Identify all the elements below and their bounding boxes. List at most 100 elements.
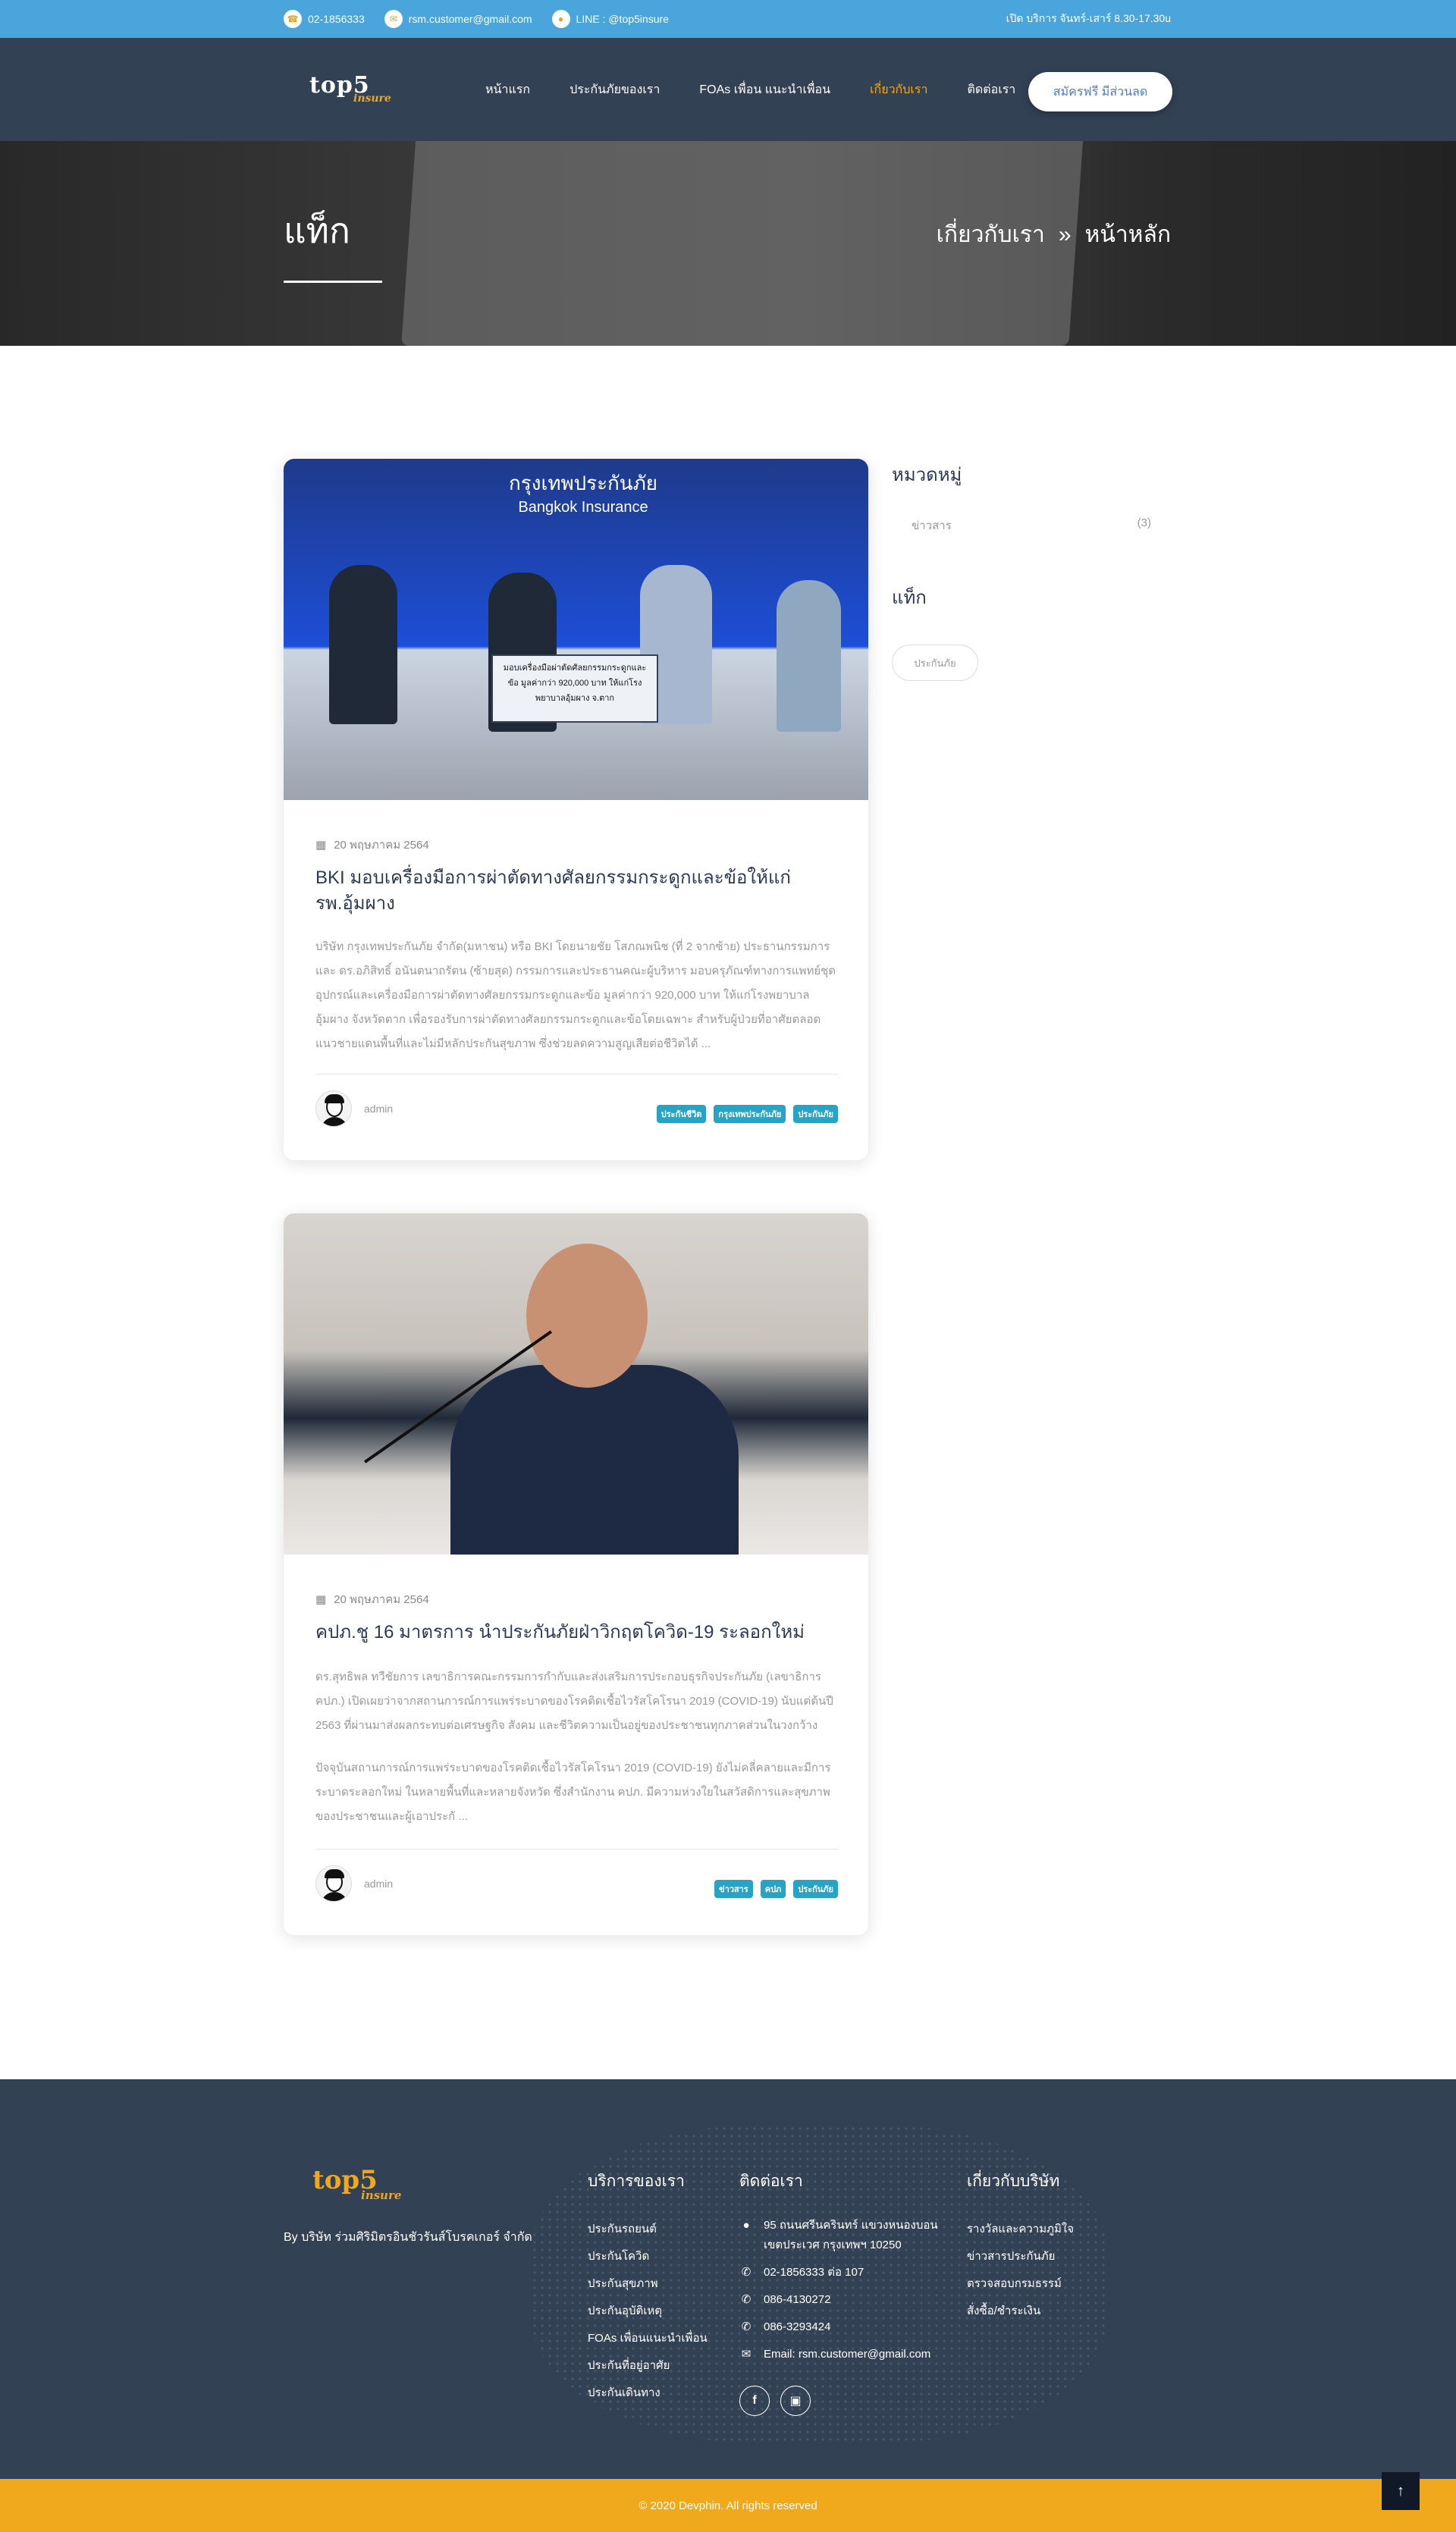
logo-bottom-text: insure xyxy=(353,93,391,105)
post-date: ▦ 20 พฤษภาคม 2564 xyxy=(315,836,429,854)
footer-link[interactable]: ตรวจสอบกรมธรรม์ xyxy=(967,2270,1074,2298)
calendar-icon: ▦ xyxy=(315,839,327,852)
line-icon[interactable]: ▣ xyxy=(780,2386,811,2416)
speaker-figure xyxy=(450,1365,739,1555)
avatar xyxy=(315,1090,352,1127)
nav-item-home[interactable]: หน้าแรก xyxy=(485,80,530,99)
topbar-phone[interactable]: ☎ 02-1856333 xyxy=(284,10,365,28)
footer-phone[interactable]: 086-4130272 xyxy=(764,2290,830,2310)
footer-services-list: ประกันรถยนต์ ประกันโควิด ประกันสุขภาพ ปร… xyxy=(588,2216,708,2407)
sidebar-category-item[interactable]: ข่าวสาร (3) xyxy=(912,516,1151,535)
post-date: ▦ 20 พฤษภาคม 2564 xyxy=(315,1590,429,1608)
tag-badge[interactable]: ประกันชีวิต xyxy=(656,1105,707,1123)
copyright-text: © 2020 Devphin. All rights reserved xyxy=(639,2499,817,2512)
footer-link[interactable]: FOAs เพื่อนแนะนำเพื่อน xyxy=(588,2325,708,2352)
tag-badge[interactable]: ประกันภัย xyxy=(793,1880,838,1898)
post-date-text: 20 พฤษภาคม 2564 xyxy=(334,1593,429,1606)
topbar-email-text: rsm.customer@gmail.com xyxy=(408,13,532,25)
post-image[interactable]: กรุงเทพประกันภัย Bangkok Insurance มอบเค… xyxy=(284,459,868,800)
footer-services-title: บริการของเรา xyxy=(588,2173,685,2190)
footer-link[interactable]: รางวัลและความภูมิใจ xyxy=(967,2216,1074,2243)
tag-badge[interactable]: คปภ xyxy=(760,1880,786,1898)
top-bar: ☎ 02-1856333 ✉ rsm.customer@gmail.com ● … xyxy=(0,0,1456,38)
post-tags: ประกันชีวิต กรุงเทพประกันภัย ประกันภัย xyxy=(656,1105,838,1123)
nav-menu: หน้าแรก ประกันภัยของเรา FOAs เพื่อน แนะน… xyxy=(485,38,1015,141)
category-count: (3) xyxy=(1137,516,1151,529)
sidebar-tag-pill[interactable]: ประกันภัย xyxy=(892,645,978,681)
speaker-head xyxy=(526,1244,648,1388)
title-underline xyxy=(284,281,382,283)
post-tags: ข่าวสาร คปภ ประกันภัย xyxy=(714,1880,838,1898)
footer-about-list: รางวัลและความภูมิใจ ข่าวสารประกันภัย ตรว… xyxy=(967,2216,1074,2325)
post-card: ▦ 20 พฤษภาคม 2564 คปภ.ชู 16 มาตรการ นำปร… xyxy=(284,1213,868,1935)
site-logo[interactable]: top5 insure xyxy=(309,74,400,105)
footer-link[interactable]: ประกันที่อยู่อาศัย xyxy=(588,2352,708,2380)
nav-item-about[interactable]: เกี่ยวกับเรา xyxy=(870,80,927,99)
donation-sign-text: มอบเครื่องมือผ่าตัดศัลยกรรมกระดูกและข้อ … xyxy=(503,664,647,703)
post-divider xyxy=(315,1074,839,1075)
nav-item-contact[interactable]: ติดต่อเรา xyxy=(967,80,1015,99)
post-image[interactable] xyxy=(284,1213,868,1555)
main-navigation: top5 insure หน้าแรก ประกันภัยของเรา FOAs… xyxy=(0,38,1456,141)
back-to-top-button[interactable]: ↑ xyxy=(1382,2472,1420,2510)
footer-link[interactable]: ประกันรถยนต์ xyxy=(588,2216,708,2243)
photo-subheading: Bangkok Insurance xyxy=(518,499,648,516)
person-figure xyxy=(777,580,841,732)
post-author[interactable]: admin xyxy=(315,1090,393,1127)
signup-button[interactable]: สมัครฟรี มีส่วนลด xyxy=(1028,72,1172,111)
footer-link[interactable]: สั่งซื้อ/ชำระเงิน xyxy=(967,2298,1074,2325)
page-hero: แท็ก เกี่ยวกับเรา » หน้าหลัก xyxy=(0,141,1456,346)
calendar-icon: ▦ xyxy=(315,1593,327,1606)
mail-icon: ✉ xyxy=(384,10,403,28)
topbar-phone-text: 02-1856333 xyxy=(308,13,365,25)
sidebar-tags-title: แท็ก xyxy=(892,588,927,608)
footer-phone[interactable]: 086-3293424 xyxy=(764,2317,830,2337)
nav-item-insurance[interactable]: ประกันภัยของเรา xyxy=(570,80,660,99)
tag-badge[interactable]: กรุงเทพประกันภัย xyxy=(714,1105,786,1123)
footer-address: 95 ถนนศรีนครินทร์ แขวงหนองบอน เขตประเวศ … xyxy=(764,2219,938,2251)
breadcrumb-home[interactable]: หน้าหลัก xyxy=(1085,217,1171,253)
post-card: กรุงเทพประกันภัย Bangkok Insurance มอบเค… xyxy=(284,459,868,1160)
post-divider xyxy=(315,1849,839,1850)
footer-about-title: เกี่ยวกับบริษัท xyxy=(967,2173,1060,2190)
post-excerpt: ดร.สุทธิพล ทวีชัยการ เลขาธิการคณะกรรมการ… xyxy=(315,1671,833,1732)
phone-icon: ☎ xyxy=(284,10,302,28)
phone-icon: ✆ xyxy=(741,2266,752,2279)
author-name: admin xyxy=(364,1878,394,1890)
footer-logo[interactable]: top5 insure xyxy=(312,2167,411,2205)
site-footer: top5 insure By บริษัท ร่วมศิริมิตรอินชัว… xyxy=(0,2079,1456,2479)
tag-badge[interactable]: ข่าวสาร xyxy=(714,1880,753,1898)
topbar-line-text: LINE : @top5insure xyxy=(576,13,669,25)
footer-link[interactable]: ประกันสุขภาพ xyxy=(588,2270,708,2298)
phone-icon: ✆ xyxy=(741,2320,752,2333)
post-title[interactable]: BKI มอบเครื่องมือการผ่าตัดทางศัลยกรรมกระ… xyxy=(315,865,839,917)
footer-email[interactable]: Email: rsm.customer@gmail.com xyxy=(764,2345,930,2364)
footer-link[interactable]: ข่าวสารประกันภัย xyxy=(967,2243,1074,2270)
topbar-email[interactable]: ✉ rsm.customer@gmail.com xyxy=(384,10,532,28)
footer-company: By บริษัท ร่วมศิริมิตรอินชัวรันส์โบรคเกอ… xyxy=(284,2231,532,2244)
footer-logo-bottom: insure xyxy=(361,2188,402,2202)
footer-link[interactable]: ประกันเดินทาง xyxy=(588,2380,708,2407)
person-figure xyxy=(329,565,397,724)
facebook-icon[interactable]: f xyxy=(739,2386,770,2416)
breadcrumb-about[interactable]: เกี่ยวกับเรา xyxy=(937,217,1045,253)
category-name: ข่าวสาร xyxy=(912,519,952,532)
topbar-line[interactable]: ● LINE : @top5insure xyxy=(551,10,669,28)
avatar xyxy=(315,1865,352,1902)
sidebar-categories-title: หมวดหมู่ xyxy=(892,465,962,485)
footer-link[interactable]: ประกันโควิด xyxy=(588,2243,708,2270)
post-excerpt: บริษัท กรุงเทพประกันภัย จำกัด(มหาชน) หรื… xyxy=(315,940,836,1050)
post-title[interactable]: คปภ.ชู 16 มาตรการ นำประกันภัยฝ่าวิกฤตโคว… xyxy=(315,1620,839,1646)
social-links: f ▣ xyxy=(739,2386,811,2416)
donation-sign: มอบเครื่องมือผ่าตัดศัลยกรรมกระดูกและข้อ … xyxy=(491,654,658,723)
tag-badge[interactable]: ประกันภัย xyxy=(793,1105,838,1123)
footer-contact-title: ติดต่อเรา xyxy=(739,2173,803,2190)
footer-phone[interactable]: 02-1856333 ต่อ 107 xyxy=(764,2263,864,2283)
footer-link[interactable]: ประกันอุบัติเหตุ xyxy=(588,2298,708,2325)
line-chat-icon: ● xyxy=(551,10,570,28)
post-author[interactable]: admin xyxy=(315,1865,393,1902)
nav-item-foas[interactable]: FOAs เพื่อน แนะนำเพื่อน xyxy=(699,80,830,99)
breadcrumb-separator-icon: » xyxy=(1058,221,1072,247)
author-name: admin xyxy=(364,1103,394,1115)
arrow-up-icon: ↑ xyxy=(1397,2482,1404,2499)
